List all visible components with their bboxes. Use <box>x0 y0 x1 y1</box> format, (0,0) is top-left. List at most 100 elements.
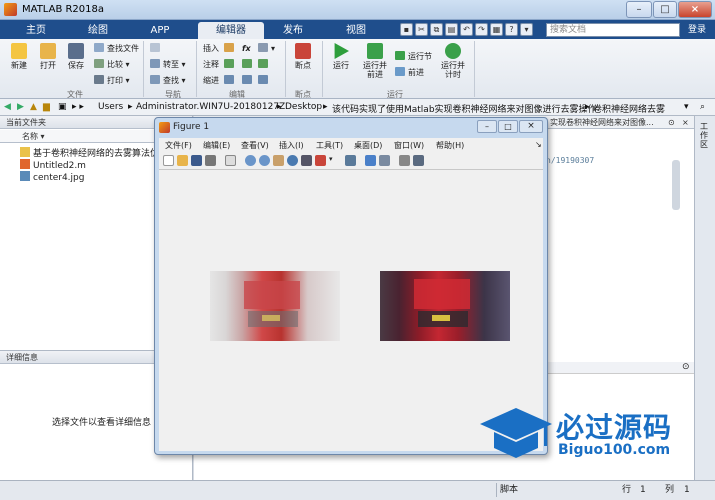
insert-section-icon[interactable] <box>224 43 237 54</box>
paste-icon[interactable]: ▤ <box>445 23 458 36</box>
data-cursor-icon[interactable] <box>301 155 312 166</box>
tab-view[interactable]: 视图 <box>328 22 384 39</box>
login-button[interactable]: 登录 <box>682 23 712 37</box>
address-dropdown-icon[interactable]: ▾ <box>684 102 689 112</box>
link-plot-icon[interactable] <box>345 155 356 166</box>
edit-plot-arrow-icon[interactable] <box>225 155 236 166</box>
fx-button[interactable]: fx <box>242 43 251 54</box>
browse-folder-icon[interactable]: ▆ <box>43 102 50 112</box>
find-files-button[interactable]: 查找文件 <box>94 43 139 54</box>
figure-maximize-button[interactable]: □ <box>498 120 518 133</box>
scrollbar-thumb[interactable] <box>672 160 680 210</box>
find-button[interactable]: 查找 ▾ <box>150 75 186 86</box>
list-item[interactable]: Untitled2.m <box>20 159 86 171</box>
panel-menu-icon[interactable]: ⊙ <box>668 116 675 129</box>
compare-button[interactable]: 比较 ▾ <box>94 59 130 70</box>
address-search-icon[interactable]: ⌕ <box>700 102 705 112</box>
tab-editor[interactable]: 编辑器 <box>198 22 264 39</box>
brush-icon[interactable] <box>315 155 326 166</box>
save-button[interactable]: 保存 <box>62 43 90 70</box>
figure-minimize-button[interactable]: – <box>477 120 497 133</box>
find-icon <box>150 75 160 84</box>
hazy-input-image <box>210 271 340 341</box>
menu-dock-icon[interactable]: ↘ <box>535 140 542 149</box>
zoom-out-icon[interactable] <box>259 155 270 166</box>
details-hint: 选择文件以查看详细信息 <box>52 418 152 428</box>
switch-window-icon[interactable]: ▦ <box>490 23 503 36</box>
help-icon[interactable]: ? <box>505 23 518 36</box>
quick-save-icon[interactable]: ▪ <box>400 23 413 36</box>
redo-icon[interactable]: ↷ <box>475 23 488 36</box>
comment-percent-icon[interactable] <box>224 59 237 70</box>
list-item[interactable]: 基于卷积神经网络的去雾算法优化 <box>20 147 168 159</box>
copy-icon[interactable]: ⧉ <box>430 23 443 36</box>
brush-dropdown-icon[interactable]: ▾ <box>329 155 335 166</box>
breadcrumb-subfolder[interactable]: 卷积神经网络去雾 <box>593 102 665 115</box>
wrap-comment-icon[interactable] <box>258 59 271 70</box>
insert-more-icon[interactable]: ▾ <box>258 43 275 54</box>
figure-close-button[interactable]: × <box>519 120 543 133</box>
run-button[interactable]: 运行 <box>327 43 355 70</box>
cut-icon[interactable]: ✂ <box>415 23 428 36</box>
smart-indent-icon[interactable] <box>224 75 237 86</box>
nav-back-forward[interactable] <box>150 43 163 54</box>
run-and-time-button[interactable]: 运行并 计时 <box>436 43 470 79</box>
open-file-icon[interactable] <box>177 155 188 166</box>
menu-insert[interactable]: 插入(I) <box>279 140 304 151</box>
undo-icon[interactable]: ↶ <box>460 23 473 36</box>
increase-indent-icon[interactable] <box>242 75 255 86</box>
expand-icon[interactable]: ⊙ <box>682 362 690 372</box>
hide-plot-tools-icon[interactable] <box>399 155 410 166</box>
advance-button[interactable]: 前进 <box>395 67 424 78</box>
open-button[interactable]: 打开 <box>34 43 62 70</box>
tab-home[interactable]: 主页 <box>8 22 64 39</box>
new-button[interactable]: 新建 <box>5 43 33 70</box>
pan-hand-icon[interactable] <box>273 155 284 166</box>
run-section-button[interactable]: 运行节 <box>395 51 432 62</box>
panel-close-icon[interactable]: × <box>682 116 689 129</box>
up-folder-icon[interactable]: ▲ <box>30 102 37 112</box>
status-row-value: 1 <box>640 485 646 495</box>
menu-desktop[interactable]: 桌面(D) <box>354 140 382 151</box>
workspace-label: 工作区 <box>700 122 708 149</box>
settings-icon[interactable]: ▾ <box>520 23 533 36</box>
list-item[interactable]: center4.jpg <box>20 171 84 183</box>
goto-button[interactable]: 转至 ▾ <box>150 59 186 70</box>
indent-button[interactable]: 缩进 <box>203 75 219 86</box>
insert-button[interactable]: 插入 <box>203 43 219 54</box>
menu-view[interactable]: 查看(V) <box>241 140 269 151</box>
tab-publish[interactable]: 发布 <box>262 22 324 39</box>
decrease-indent-icon[interactable] <box>258 75 271 86</box>
menu-window[interactable]: 窗口(W) <box>394 140 424 151</box>
run-advance-button[interactable]: 运行并 前进 <box>358 43 392 79</box>
save-figure-icon[interactable] <box>191 155 202 166</box>
menu-file[interactable]: 文件(F) <box>165 140 192 151</box>
maximize-button[interactable]: □ <box>653 1 677 18</box>
print-button[interactable]: 打印 ▾ <box>94 75 130 86</box>
breadcrumb-users[interactable]: Users <box>98 102 123 112</box>
back-arrow-icon[interactable]: ◀ <box>4 102 11 112</box>
breadcrumb-admin[interactable]: Administrator.WIN7U-20180127Z <box>136 102 285 112</box>
minimize-button[interactable]: – <box>626 1 652 18</box>
breadcrumb-project[interactable]: 该代码实现了使用Matlab实现卷积神经网络来对图像进行去雾操作 <box>332 102 597 115</box>
show-plot-tools-icon[interactable] <box>413 155 424 166</box>
breakpoints-button[interactable]: 断点 <box>289 43 317 70</box>
menu-tools[interactable]: 工具(T) <box>316 140 343 151</box>
search-docs-input[interactable]: 搜索文档 <box>546 23 680 37</box>
print-figure-icon[interactable] <box>205 155 216 166</box>
rotate-3d-icon[interactable] <box>287 155 298 166</box>
menu-edit[interactable]: 编辑(E) <box>203 140 230 151</box>
close-button[interactable]: × <box>678 1 712 18</box>
tab-apps[interactable]: APP <box>132 22 188 39</box>
breadcrumb-desktop[interactable]: Desktop <box>285 102 322 112</box>
forward-arrow-icon[interactable]: ▶ <box>17 102 24 112</box>
new-figure-icon[interactable] <box>163 155 174 166</box>
insert-legend-icon[interactable] <box>379 155 390 166</box>
tab-plots[interactable]: 绘图 <box>68 22 128 39</box>
uncomment-icon[interactable] <box>242 59 255 70</box>
comment-button[interactable]: 注释 <box>203 59 219 70</box>
zoom-in-icon[interactable] <box>245 155 256 166</box>
insert-colorbar-icon[interactable] <box>365 155 376 166</box>
address-bar[interactable]: ◀ ▶ ▲ ▆ ▣ ▸ ▸ Users ▸ Administrator.WIN7… <box>0 99 715 116</box>
menu-help[interactable]: 帮助(H) <box>436 140 464 151</box>
